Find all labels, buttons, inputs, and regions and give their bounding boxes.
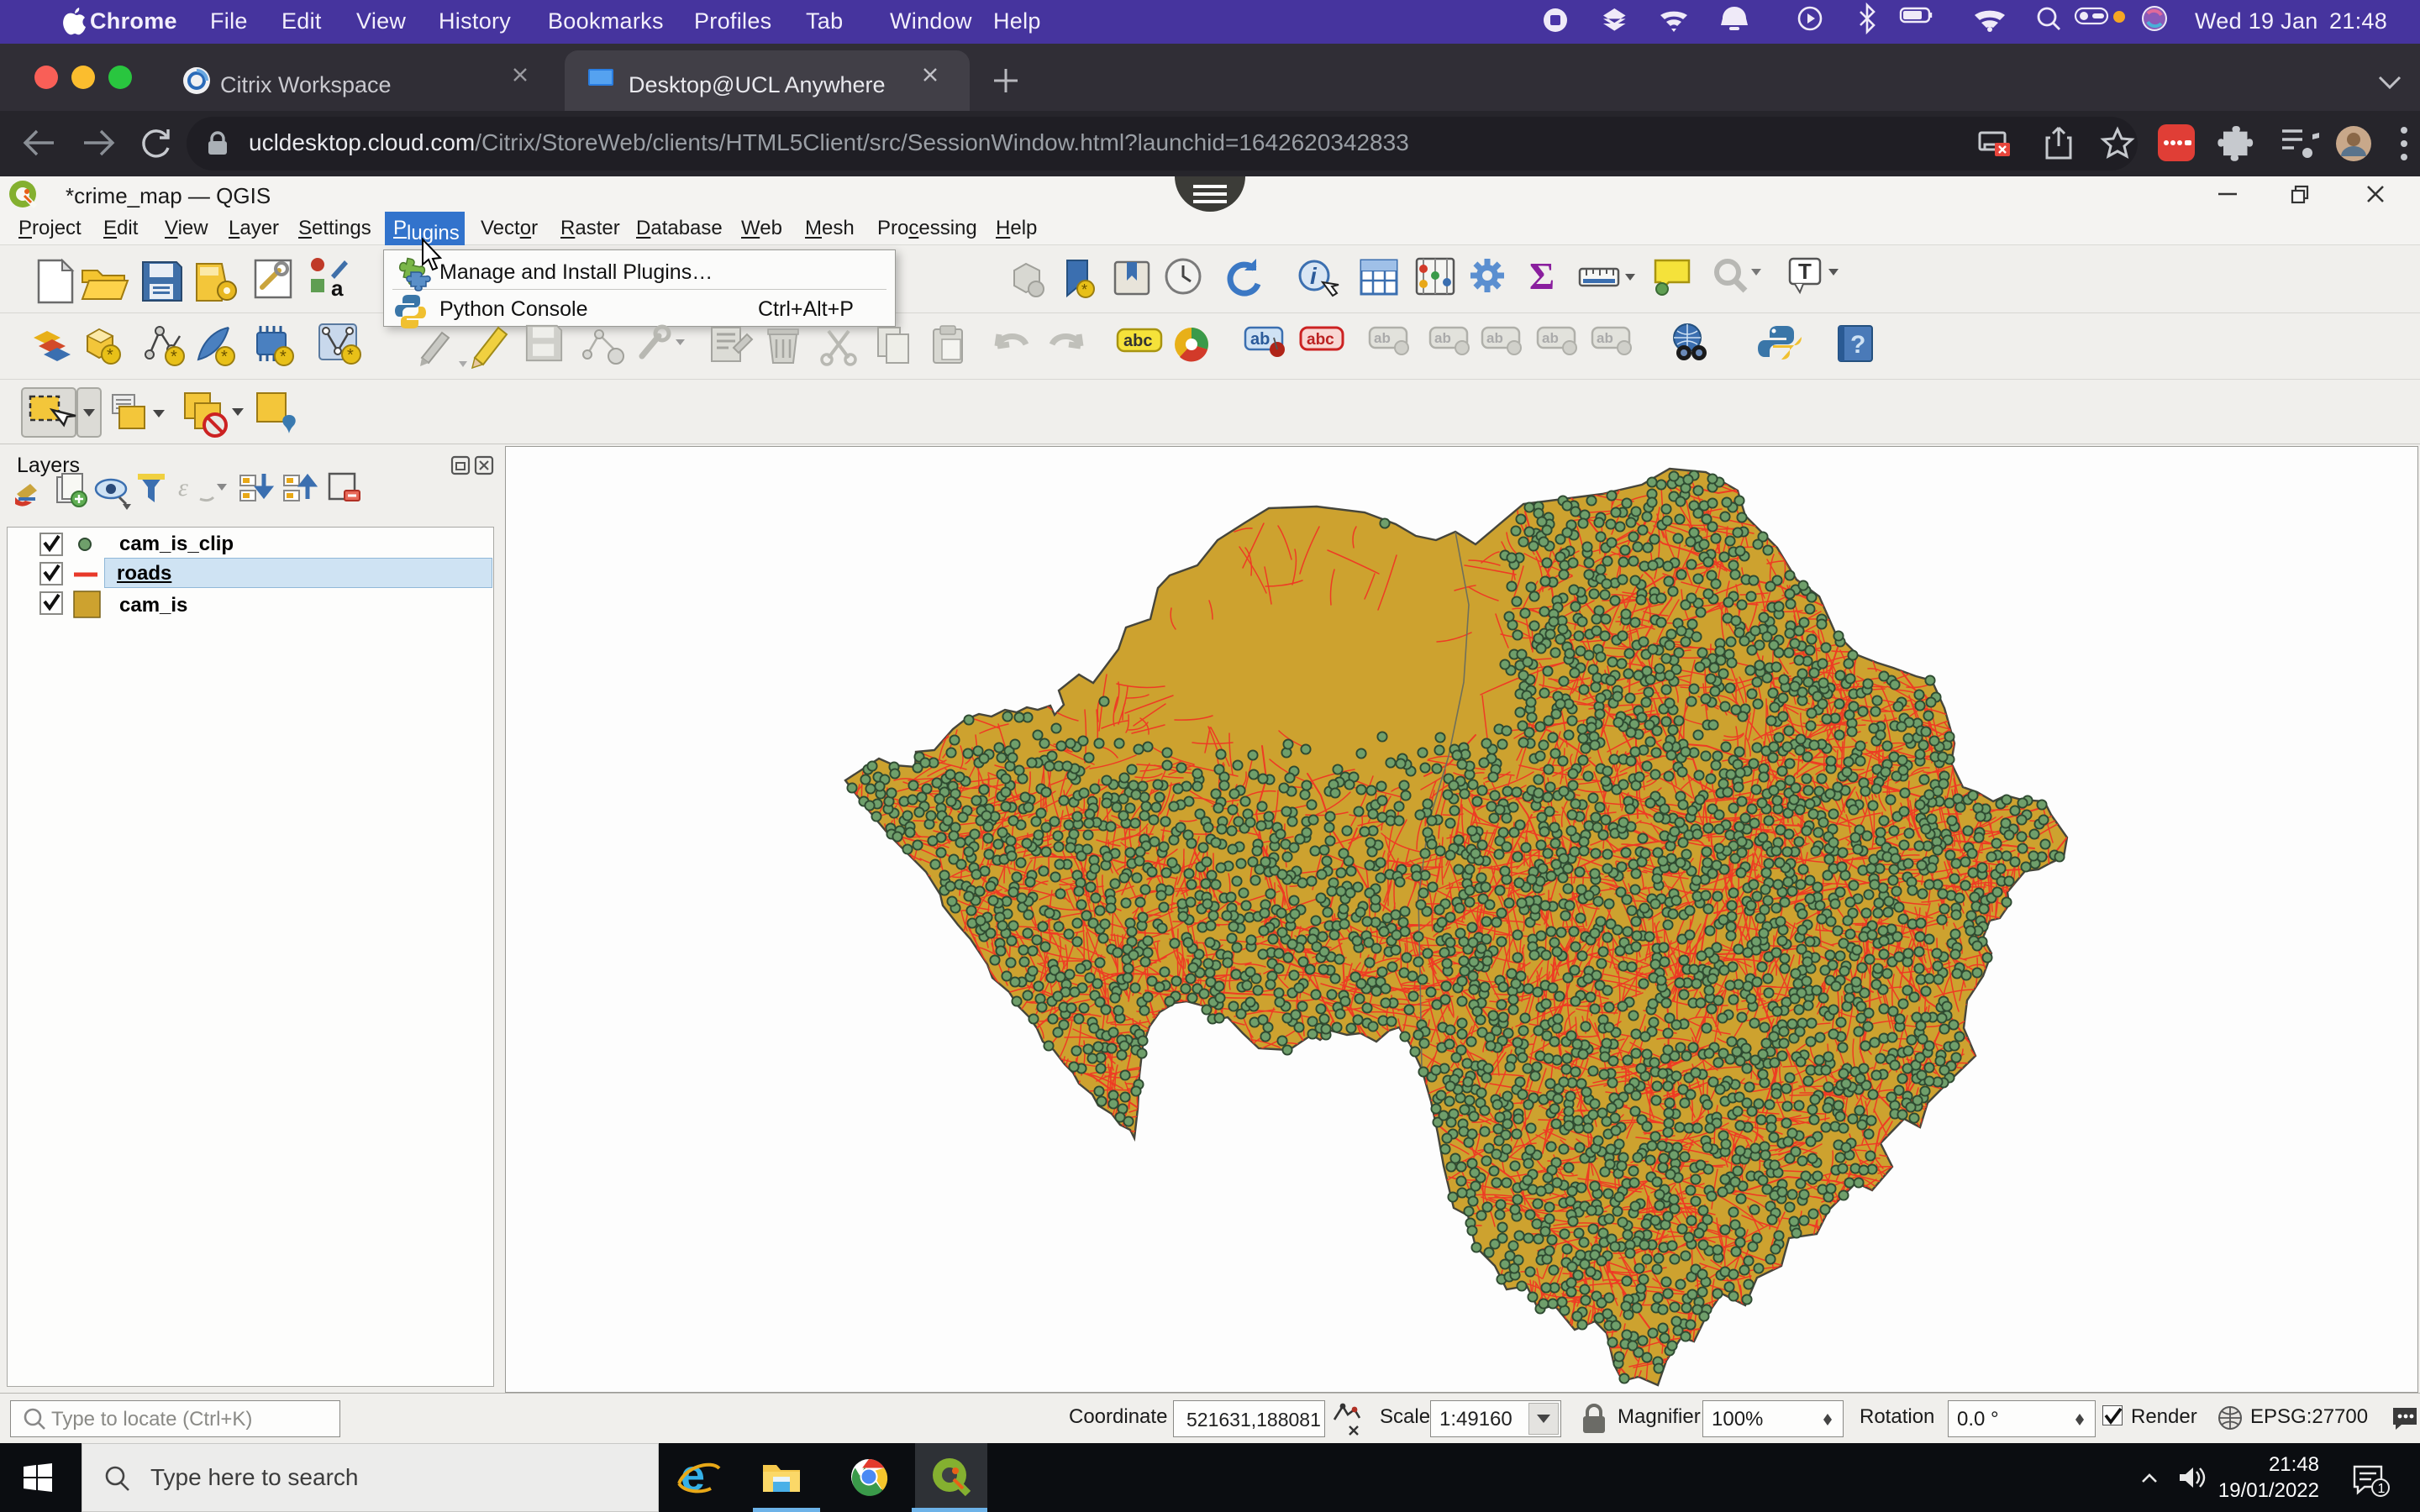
- svg-text:*: *: [280, 348, 287, 366]
- svg-text:i: i: [1310, 263, 1318, 289]
- svg-text:ab: ab: [1434, 330, 1451, 346]
- svg-text:abc: abc: [1123, 332, 1152, 350]
- svg-text:Σ: Σ: [1529, 255, 1555, 297]
- svg-text:abc: abc: [1307, 331, 1334, 349]
- svg-text:ε: ε: [178, 474, 188, 501]
- svg-text:*: *: [347, 346, 354, 365]
- svg-text:ab: ab: [1374, 330, 1391, 346]
- svg-text:*: *: [107, 346, 113, 365]
- svg-text:*: *: [171, 348, 177, 366]
- svg-text:1: 1: [2378, 1482, 2386, 1496]
- svg-text:ab: ab: [1486, 330, 1503, 346]
- svg-text:T: T: [1798, 259, 1812, 284]
- svg-text:ab: ab: [1542, 330, 1559, 346]
- svg-text:a: a: [331, 276, 344, 301]
- svg-text:*: *: [221, 348, 228, 366]
- svg-text:*: *: [1081, 281, 1087, 298]
- svg-text:ab: ab: [1597, 330, 1613, 346]
- svg-text:ab: ab: [1250, 330, 1270, 349]
- svg-text:?: ?: [1850, 331, 1865, 359]
